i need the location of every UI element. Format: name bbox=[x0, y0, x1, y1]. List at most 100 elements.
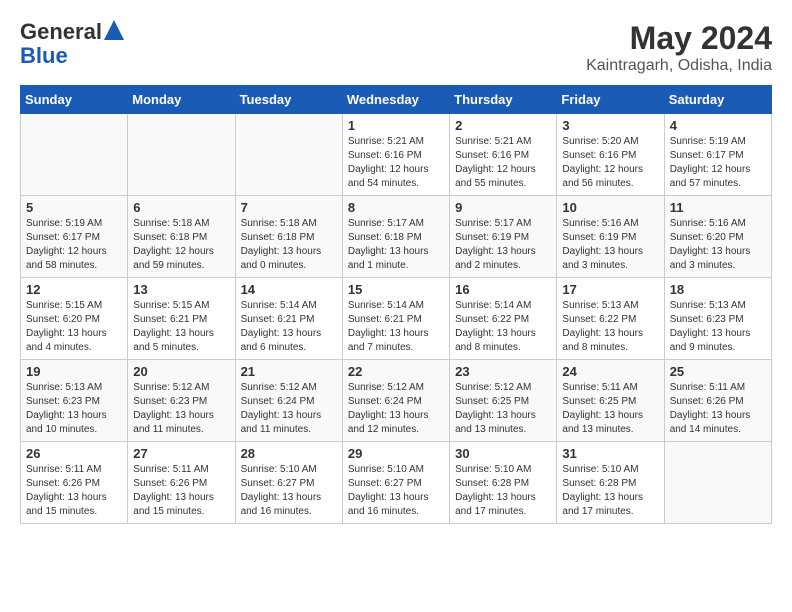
day-number: 29 bbox=[348, 446, 444, 461]
day-number: 13 bbox=[133, 282, 229, 297]
calendar-cell-2-0: 12Sunrise: 5:15 AM Sunset: 6:20 PM Dayli… bbox=[21, 278, 128, 360]
cell-info: Sunrise: 5:16 AM Sunset: 6:19 PM Dayligh… bbox=[562, 217, 658, 273]
calendar-cell-2-5: 17Sunrise: 5:13 AM Sunset: 6:22 PM Dayli… bbox=[557, 278, 664, 360]
cell-info: Sunrise: 5:20 AM Sunset: 6:16 PM Dayligh… bbox=[562, 135, 658, 191]
calendar-cell-4-0: 26Sunrise: 5:11 AM Sunset: 6:26 PM Dayli… bbox=[21, 442, 128, 524]
day-number: 4 bbox=[670, 118, 766, 133]
calendar-cell-1-0: 5 Sunrise: 5:19 AM Sunset: 6:17 PM Daylig… bbox=[21, 196, 128, 278]
day-number: 15 bbox=[348, 282, 444, 297]
calendar-cell-1-5: 10 Sunrise: 5:16 AM Sunset: 6:19 PM Dayli… bbox=[557, 196, 664, 278]
col-saturday: Saturday bbox=[664, 86, 771, 114]
cell-info: Sunrise: 5:11 AM Sunset: 6:26 PM Dayligh… bbox=[133, 463, 229, 519]
week-row-2: 5 Sunrise: 5:19 AM Sunset: 6:17 PM Daylig… bbox=[21, 196, 772, 278]
col-tuesday: Tuesday bbox=[235, 86, 342, 114]
day-number: 7 bbox=[241, 200, 337, 215]
calendar-cell-1-4: 9Sunrise: 5:17 AM Sunset: 6:19 PM Daylig… bbox=[450, 196, 557, 278]
day-number: 14 bbox=[241, 282, 337, 297]
calendar-cell-3-4: 23Sunrise: 5:12 AM Sunset: 6:25 PM Dayli… bbox=[450, 360, 557, 442]
calendar-cell-4-3: 29Sunrise: 5:10 AM Sunset: 6:27 PM Dayli… bbox=[342, 442, 449, 524]
calendar-cell-0-5: 3 Sunrise: 5:20 AM Sunset: 6:16 PM Daylig… bbox=[557, 114, 664, 196]
calendar-cell-2-6: 18Sunrise: 5:13 AM Sunset: 6:23 PM Dayli… bbox=[664, 278, 771, 360]
day-number: 3 bbox=[562, 118, 658, 133]
calendar-cell-3-3: 22 Sunrise: 5:12 AM Sunset: 6:24 PM Dayli… bbox=[342, 360, 449, 442]
calendar-cell-3-2: 21 Sunrise: 5:12 AM Sunset: 6:24 PM Dayli… bbox=[235, 360, 342, 442]
col-friday: Friday bbox=[557, 86, 664, 114]
week-row-1: 1 Sunrise: 5:21 AM Sunset: 6:16 PM Daylig… bbox=[21, 114, 772, 196]
cell-info: Sunrise: 5:17 AM Sunset: 6:18 PM Dayligh… bbox=[348, 217, 444, 273]
col-sunday: Sunday bbox=[21, 86, 128, 114]
calendar-cell-0-6: 4Sunrise: 5:19 AM Sunset: 6:17 PM Daylig… bbox=[664, 114, 771, 196]
cell-info: Sunrise: 5:12 AM Sunset: 6:24 PM Dayligh… bbox=[348, 381, 444, 437]
cell-info: Sunrise: 5:10 AM Sunset: 6:27 PM Dayligh… bbox=[241, 463, 337, 519]
week-row-5: 26 Sunrise: 5:11 AM Sunset: 6:26 PM Dayli… bbox=[21, 442, 772, 524]
day-number: 22 bbox=[348, 364, 444, 379]
col-thursday: Thursday bbox=[450, 86, 557, 114]
day-number: 2 bbox=[455, 118, 551, 133]
day-number: 19 bbox=[26, 364, 122, 379]
calendar-cell-3-1: 20Sunrise: 5:12 AM Sunset: 6:23 PM Dayli… bbox=[128, 360, 235, 442]
calendar-cell-3-6: 25Sunrise: 5:11 AM Sunset: 6:26 PM Dayli… bbox=[664, 360, 771, 442]
week-row-3: 12Sunrise: 5:15 AM Sunset: 6:20 PM Dayli… bbox=[21, 278, 772, 360]
col-wednesday: Wednesday bbox=[342, 86, 449, 114]
logo-icon bbox=[104, 20, 124, 40]
calendar-header-row: Sunday Monday Tuesday Wednesday Thursday… bbox=[21, 86, 772, 114]
day-number: 27 bbox=[133, 446, 229, 461]
calendar-cell-4-2: 28 Sunrise: 5:10 AM Sunset: 6:27 PM Dayli… bbox=[235, 442, 342, 524]
day-number: 1 bbox=[348, 118, 444, 133]
cell-info: Sunrise: 5:13 AM Sunset: 6:22 PM Dayligh… bbox=[562, 299, 658, 355]
cell-info: Sunrise: 5:14 AM Sunset: 6:22 PM Dayligh… bbox=[455, 299, 551, 355]
day-number: 16 bbox=[455, 282, 551, 297]
calendar-table: Sunday Monday Tuesday Wednesday Thursday… bbox=[20, 85, 772, 524]
logo-general: General bbox=[20, 20, 102, 44]
cell-info: Sunrise: 5:10 AM Sunset: 6:28 PM Dayligh… bbox=[455, 463, 551, 519]
calendar-cell-2-2: 14 Sunrise: 5:14 AM Sunset: 6:21 PM Dayli… bbox=[235, 278, 342, 360]
day-number: 6 bbox=[133, 200, 229, 215]
day-number: 28 bbox=[241, 446, 337, 461]
cell-info: Sunrise: 5:19 AM Sunset: 6:17 PM Dayligh… bbox=[26, 217, 122, 273]
calendar-cell-1-6: 11Sunrise: 5:16 AM Sunset: 6:20 PM Dayli… bbox=[664, 196, 771, 278]
calendar-cell-0-3: 1 Sunrise: 5:21 AM Sunset: 6:16 PM Daylig… bbox=[342, 114, 449, 196]
calendar-cell-4-1: 27 Sunrise: 5:11 AM Sunset: 6:26 PM Dayli… bbox=[128, 442, 235, 524]
cell-info: Sunrise: 5:12 AM Sunset: 6:25 PM Dayligh… bbox=[455, 381, 551, 437]
cell-info: Sunrise: 5:10 AM Sunset: 6:28 PM Dayligh… bbox=[562, 463, 658, 519]
calendar-cell-0-4: 2 Sunrise: 5:21 AM Sunset: 6:16 PM Daylig… bbox=[450, 114, 557, 196]
cell-info: Sunrise: 5:21 AM Sunset: 6:16 PM Dayligh… bbox=[455, 135, 551, 191]
title-block: May 2024 Kaintragarh, Odisha, India bbox=[586, 20, 772, 75]
calendar-subtitle: Kaintragarh, Odisha, India bbox=[586, 57, 772, 75]
calendar-cell-1-3: 8 Sunrise: 5:17 AM Sunset: 6:18 PM Daylig… bbox=[342, 196, 449, 278]
day-number: 5 bbox=[26, 200, 122, 215]
day-number: 31 bbox=[562, 446, 658, 461]
cell-info: Sunrise: 5:15 AM Sunset: 6:21 PM Dayligh… bbox=[133, 299, 229, 355]
calendar-cell-0-0 bbox=[21, 114, 128, 196]
cell-info: Sunrise: 5:12 AM Sunset: 6:23 PM Dayligh… bbox=[133, 381, 229, 437]
cell-info: Sunrise: 5:11 AM Sunset: 6:25 PM Dayligh… bbox=[562, 381, 658, 437]
calendar-cell-0-1 bbox=[128, 114, 235, 196]
cell-info: Sunrise: 5:18 AM Sunset: 6:18 PM Dayligh… bbox=[133, 217, 229, 273]
logo: General Blue bbox=[20, 20, 124, 68]
cell-info: Sunrise: 5:14 AM Sunset: 6:21 PM Dayligh… bbox=[241, 299, 337, 355]
cell-info: Sunrise: 5:13 AM Sunset: 6:23 PM Dayligh… bbox=[26, 381, 122, 437]
calendar-cell-1-1: 6 Sunrise: 5:18 AM Sunset: 6:18 PM Daylig… bbox=[128, 196, 235, 278]
page-container: General Blue May 2024 Kaintragarh, Odish… bbox=[20, 20, 772, 524]
calendar-title: May 2024 bbox=[586, 20, 772, 57]
day-number: 8 bbox=[348, 200, 444, 215]
calendar-cell-3-5: 24 Sunrise: 5:11 AM Sunset: 6:25 PM Dayli… bbox=[557, 360, 664, 442]
calendar-cell-4-6 bbox=[664, 442, 771, 524]
calendar-cell-2-3: 15Sunrise: 5:14 AM Sunset: 6:21 PM Dayli… bbox=[342, 278, 449, 360]
day-number: 24 bbox=[562, 364, 658, 379]
day-number: 11 bbox=[670, 200, 766, 215]
calendar-cell-0-2 bbox=[235, 114, 342, 196]
cell-info: Sunrise: 5:11 AM Sunset: 6:26 PM Dayligh… bbox=[670, 381, 766, 437]
cell-info: Sunrise: 5:21 AM Sunset: 6:16 PM Dayligh… bbox=[348, 135, 444, 191]
day-number: 21 bbox=[241, 364, 337, 379]
day-number: 12 bbox=[26, 282, 122, 297]
calendar-cell-4-5: 31 Sunrise: 5:10 AM Sunset: 6:28 PM Dayli… bbox=[557, 442, 664, 524]
day-number: 18 bbox=[670, 282, 766, 297]
header: General Blue May 2024 Kaintragarh, Odish… bbox=[20, 20, 772, 75]
cell-info: Sunrise: 5:12 AM Sunset: 6:24 PM Dayligh… bbox=[241, 381, 337, 437]
day-number: 9 bbox=[455, 200, 551, 215]
logo-blue: Blue bbox=[20, 44, 68, 68]
day-number: 10 bbox=[562, 200, 658, 215]
calendar-cell-3-0: 19 Sunrise: 5:13 AM Sunset: 6:23 PM Dayli… bbox=[21, 360, 128, 442]
day-number: 26 bbox=[26, 446, 122, 461]
